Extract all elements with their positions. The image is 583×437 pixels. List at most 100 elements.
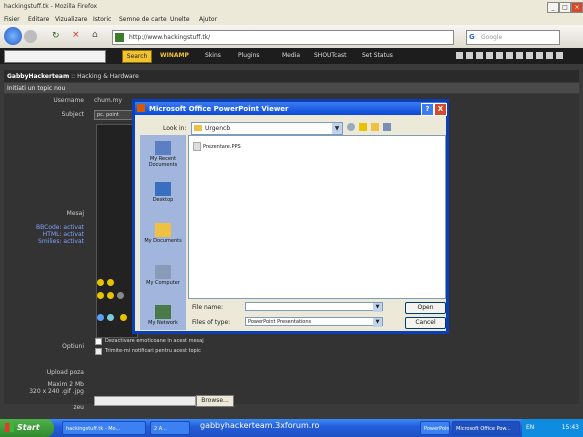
views-menu-icon[interactable] — [383, 123, 391, 131]
system-tray: EN 15:43 — [522, 419, 583, 437]
taskbar-item[interactable]: 2 A... — [150, 421, 190, 435]
language-indicator[interactable]: EN — [526, 424, 534, 431]
close-icon[interactable]: × — [571, 2, 583, 13]
start-label: Start — [17, 423, 40, 432]
watermark-text: gabbyhackerteam.3xforum.ro — [200, 421, 320, 430]
chevron-down-icon[interactable]: ▼ — [332, 123, 342, 134]
forward-icon[interactable] — [24, 30, 37, 43]
smiley-icon[interactable] — [107, 314, 114, 321]
cancel-button[interactable]: Cancel — [405, 317, 446, 329]
toolbar-icon[interactable] — [546, 52, 553, 59]
toolbar-icon[interactable] — [556, 52, 563, 59]
toolbar-media[interactable]: Media — [282, 52, 300, 59]
bbcode-status[interactable]: BBCode: activat — [4, 224, 84, 231]
minimize-icon[interactable]: _ — [547, 2, 559, 13]
home-icon[interactable]: ⌂ — [92, 30, 98, 40]
back-icon[interactable] — [4, 27, 22, 45]
taskbar-item-powerpoint[interactable]: Microsoft Office Pow... — [452, 421, 520, 435]
smiley-icon[interactable] — [97, 279, 104, 286]
help-button[interactable]: ? — [421, 103, 434, 116]
clock[interactable]: 15:43 — [562, 424, 579, 431]
smiley-icon[interactable] — [97, 292, 104, 299]
toolbar-icon[interactable] — [476, 52, 483, 59]
forum-brand[interactable]: GabbyHackerteam — [7, 73, 69, 80]
toolbar-icon[interactable] — [506, 52, 513, 59]
chevron-down-icon[interactable]: ▼ — [373, 318, 382, 327]
up-folder-icon[interactable] — [359, 123, 367, 131]
search-bar[interactable]: G Google — [466, 30, 560, 45]
smilies-status[interactable]: Smilies: activat — [4, 238, 84, 245]
site-favicon-icon — [115, 33, 124, 42]
toolbar-icon[interactable] — [466, 52, 473, 59]
file-name: Prezentare.PPS — [203, 144, 241, 150]
start-button[interactable]: Start — [0, 419, 54, 437]
dialog-close-button[interactable]: X — [434, 103, 447, 116]
toolbar-icon-strip — [456, 52, 566, 61]
menu-bookmarks[interactable]: Semne de carte — [119, 16, 167, 23]
new-folder-icon[interactable] — [371, 123, 379, 131]
option-1-label: Dezactivare emoticoane in acest mesaj — [105, 338, 204, 344]
search-placeholder: Google — [481, 34, 503, 41]
file-name-input[interactable]: ▼ — [245, 302, 383, 312]
back-folder-icon[interactable] — [347, 123, 355, 131]
toolbar-search-button[interactable]: Search — [122, 50, 152, 63]
place-label: Desktop — [152, 197, 174, 203]
smiley-icon[interactable] — [120, 314, 127, 321]
place-my-network[interactable]: My Network — [140, 305, 186, 326]
max-size-label: Maxim 2 Mb — [47, 381, 84, 388]
file-type-label: Files of type: — [192, 319, 231, 326]
dialog-title: Microsoft Office PowerPoint Viewer — [149, 105, 289, 113]
menu-help[interactable]: Ajutor — [199, 16, 217, 23]
option-checkbox[interactable] — [95, 348, 102, 355]
taskbar-item-firefox[interactable]: hackingstuff.tk - Mo... — [62, 421, 146, 435]
place-desktop[interactable]: Desktop — [140, 182, 186, 203]
maximize-icon[interactable]: □ — [559, 2, 571, 13]
place-my-computer[interactable]: My Computer — [140, 265, 186, 286]
toolbar-winamp[interactable]: WINAMP — [160, 52, 189, 59]
toolbar-icon[interactable] — [536, 52, 543, 59]
taskbar-item[interactable]: PowerPoint... — [420, 421, 450, 435]
option-checkbox[interactable] — [95, 338, 102, 345]
message-label: Mesaj — [66, 210, 84, 217]
file-type-value: PowerPoint Presentations — [248, 319, 312, 325]
smiley-icon[interactable] — [117, 292, 124, 299]
url-bar[interactable]: http://www.hackingstuff.tk/ — [112, 30, 454, 45]
menu-file[interactable]: Fisier — [4, 16, 20, 23]
subject-label: Subject — [61, 111, 84, 118]
html-status[interactable]: HTML: activat — [4, 231, 84, 238]
look-in-select[interactable]: Urgencb ▼ — [191, 122, 343, 135]
place-recent-documents[interactable]: My Recent Documents — [140, 141, 186, 168]
smiley-icon[interactable] — [107, 292, 114, 299]
file-item[interactable]: Prezentare.PPS — [193, 142, 241, 151]
toolbar-set-status[interactable]: Set Status — [362, 52, 393, 59]
place-my-documents[interactable]: My Documents — [140, 223, 186, 244]
file-list[interactable]: Prezentare.PPS — [188, 135, 446, 299]
toolbar-icon[interactable] — [526, 52, 533, 59]
forum-breadcrumb[interactable]: Hacking & Hardware — [77, 73, 139, 80]
reload-icon[interactable]: ↻ — [52, 31, 60, 41]
subject-input[interactable]: pc. point — [94, 110, 136, 120]
browse-button[interactable]: Browse... — [196, 395, 234, 407]
smiley-icon[interactable] — [107, 279, 114, 286]
toolbar-shoutcast[interactable]: SHOUTcast — [314, 52, 347, 59]
stop-icon[interactable]: × — [72, 30, 80, 40]
menu-view[interactable]: Vizualizare — [55, 16, 87, 23]
menu-history[interactable]: Istoric — [93, 16, 111, 23]
toolbar-search-input[interactable] — [4, 50, 106, 63]
file-type-select[interactable]: PowerPoint Presentations ▼ — [245, 317, 383, 327]
menu-tools[interactable]: Unelte — [170, 16, 190, 23]
folder-icon — [194, 125, 202, 131]
chevron-down-icon[interactable]: ▼ — [373, 303, 382, 312]
menu-edit[interactable]: Editare — [28, 16, 49, 23]
forum-site-name[interactable]: GabbyHackerteam :: Hacking & Hardware — [7, 73, 139, 80]
toolbar-icon[interactable] — [456, 52, 463, 59]
toolbar-icon[interactable] — [496, 52, 503, 59]
upload-file-input[interactable] — [94, 396, 196, 406]
google-icon: G — [469, 33, 475, 41]
smiley-icon[interactable] — [97, 314, 104, 321]
toolbar-icon[interactable] — [486, 52, 493, 59]
toolbar-plugins[interactable]: Plugins — [238, 52, 260, 59]
open-button[interactable]: Open — [405, 302, 446, 314]
toolbar-skins[interactable]: Skins — [205, 52, 221, 59]
toolbar-icon[interactable] — [516, 52, 523, 59]
